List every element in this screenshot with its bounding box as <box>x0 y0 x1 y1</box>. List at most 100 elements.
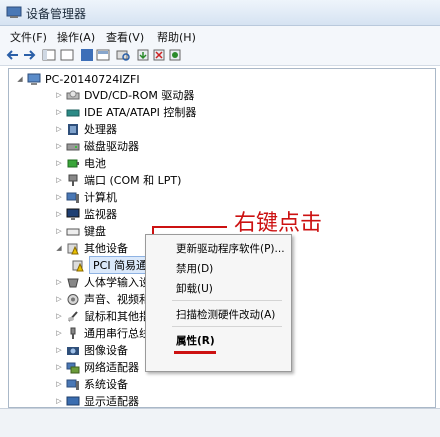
collapse-arrow-icon[interactable]: ◢ <box>15 75 25 83</box>
expand-arrow-icon[interactable]: ▷ <box>54 91 64 99</box>
tree-item-label: 系统设备 <box>84 378 128 391</box>
tree-item-label: 磁盘驱动器 <box>84 140 139 153</box>
tree-item-label: 计算机 <box>84 191 117 204</box>
expand-arrow-icon[interactable]: ▷ <box>54 159 64 167</box>
expand-arrow-icon[interactable]: ▷ <box>54 176 64 184</box>
port-icon <box>68 174 78 186</box>
dvd-drive-icon <box>66 90 80 99</box>
ctx-separator <box>172 300 282 301</box>
tree-item-disk[interactable]: ▷ 磁盘驱动器 <box>54 138 139 154</box>
scan-hardware-icon[interactable] <box>116 48 130 62</box>
status-bar <box>0 408 440 437</box>
menu-help[interactable]: 帮助(H) <box>157 29 196 45</box>
expand-arrow-icon[interactable]: ▷ <box>54 295 64 303</box>
uninstall-icon[interactable] <box>152 48 166 62</box>
tree-item-label: 处理器 <box>84 123 117 136</box>
expand-arrow-icon[interactable]: ▷ <box>54 142 64 150</box>
back-icon[interactable] <box>6 48 20 62</box>
battery-icon <box>67 159 79 167</box>
toolbar <box>0 46 440 66</box>
expand-arrow-icon[interactable]: ▷ <box>54 125 64 133</box>
monitor-icon <box>66 208 80 220</box>
expand-arrow-icon[interactable]: ▷ <box>54 278 64 286</box>
warning-device-icon <box>72 260 84 271</box>
tree-item-label: 键盘 <box>84 225 106 238</box>
tree-item-label: DVD/CD-ROM 驱动器 <box>84 89 195 102</box>
device-manager-icon <box>6 6 22 18</box>
menu-action[interactable]: 操作(A) <box>57 29 95 45</box>
properties-icon[interactable] <box>80 48 94 62</box>
collapse-arrow-icon[interactable]: ◢ <box>54 244 64 252</box>
menu-file[interactable]: 文件(F) <box>10 29 47 45</box>
tree-item-ports[interactable]: ▷ 端口 (COM 和 LPT) <box>54 172 181 188</box>
ide-controller-icon <box>66 109 80 116</box>
title-bar: 设备管理器 <box>0 0 440 26</box>
tree-item-imaging[interactable]: ▷ 图像设备 <box>54 342 128 358</box>
expand-arrow-icon[interactable]: ▷ <box>54 193 64 201</box>
processor-icon <box>68 123 78 135</box>
usb-icon <box>70 327 76 339</box>
annotation-line-horizontal <box>152 226 227 228</box>
tree-item-other-devices[interactable]: ◢ 其他设备 <box>54 240 128 256</box>
network-adapter-icon <box>66 362 80 373</box>
menu-view[interactable]: 查看(V) <box>106 29 144 45</box>
mouse-icon <box>68 310 78 322</box>
ctx-scan-hardware[interactable]: 扫描检测硬件改动(A) <box>176 307 275 322</box>
display-adapter-icon <box>66 396 80 405</box>
window-title: 设备管理器 <box>26 7 87 21</box>
tree-item-label: 网络适配器 <box>84 361 139 374</box>
root-label: PC-20140724IZFI <box>45 72 140 86</box>
expand-arrow-icon[interactable]: ▷ <box>54 312 64 320</box>
console-icon[interactable] <box>96 48 110 62</box>
tree-item-system[interactable]: ▷ 系统设备 <box>54 376 128 392</box>
computer-icon <box>66 192 79 203</box>
properties-underline <box>174 351 216 354</box>
tree-item-label: 监视器 <box>84 208 117 221</box>
system-device-icon <box>66 379 79 390</box>
tree-item-label: 图像设备 <box>84 344 128 357</box>
tree-item-label: 显示适配器 <box>84 395 139 408</box>
tree-root[interactable]: ◢ PC-20140724IZFI <box>15 71 140 87</box>
expand-arrow-icon[interactable]: ▷ <box>54 346 64 354</box>
expand-arrow-icon[interactable]: ▷ <box>54 329 64 337</box>
expand-arrow-icon[interactable]: ▷ <box>54 397 64 405</box>
console-tree-icon[interactable] <box>42 48 56 62</box>
tree-item-display[interactable]: ▷ 显示适配器 <box>54 393 139 408</box>
expand-arrow-icon[interactable]: ▷ <box>54 210 64 218</box>
ctx-uninstall[interactable]: 卸载(U) <box>176 281 213 296</box>
tree-item-battery[interactable]: ▷ 电池 <box>54 155 106 171</box>
expand-arrow-icon[interactable]: ▷ <box>54 227 64 235</box>
help-icon[interactable] <box>60 48 74 62</box>
ctx-separator <box>172 326 282 327</box>
tree-item-label: 其他设备 <box>84 242 128 255</box>
tree-item-monitor[interactable]: ▷ 监视器 <box>54 206 117 222</box>
keyboard-icon <box>66 228 80 235</box>
tree-item-dvd[interactable]: ▷ DVD/CD-ROM 驱动器 <box>54 87 194 103</box>
disable-icon[interactable] <box>168 48 182 62</box>
hid-icon <box>67 278 79 287</box>
expand-arrow-icon[interactable]: ▷ <box>54 363 64 371</box>
unknown-device-icon <box>67 243 79 254</box>
computer-icon <box>27 73 41 85</box>
update-driver-icon[interactable] <box>136 48 150 62</box>
annotation-text: 右键点击 <box>234 211 323 236</box>
tree-item-processor[interactable]: ▷ 处理器 <box>54 121 117 137</box>
tree-item-label: IDE ATA/ATAPI 控制器 <box>84 106 197 119</box>
menu-bar: 文件(F) 操作(A) 查看(V) 帮助(H) <box>0 26 440 46</box>
expand-arrow-icon[interactable]: ▷ <box>54 108 64 116</box>
tree-item-label: 端口 (COM 和 LPT) <box>84 174 182 187</box>
ctx-properties[interactable]: 属性(R) <box>176 333 215 348</box>
expand-arrow-icon[interactable]: ▷ <box>54 380 64 388</box>
tree-item-network[interactable]: ▷ 网络适配器 <box>54 359 139 375</box>
tree-item-ide[interactable]: ▷ IDE ATA/ATAPI 控制器 <box>54 104 196 120</box>
disk-drive-icon <box>66 143 80 150</box>
sound-icon <box>67 293 79 305</box>
ctx-disable[interactable]: 禁用(D) <box>176 261 213 276</box>
tree-item-keyboard[interactable]: ▷ 键盘 <box>54 223 106 239</box>
context-menu: 更新驱动程序软件(P)... 禁用(D) 卸载(U) 扫描检测硬件改动(A) 属… <box>145 234 292 372</box>
ctx-update-driver[interactable]: 更新驱动程序软件(P)... <box>176 241 285 256</box>
camera-icon <box>67 346 79 355</box>
forward-icon[interactable] <box>22 48 36 62</box>
tree-item-computer[interactable]: ▷ 计算机 <box>54 189 117 205</box>
tree-item-label: 电池 <box>84 157 106 170</box>
